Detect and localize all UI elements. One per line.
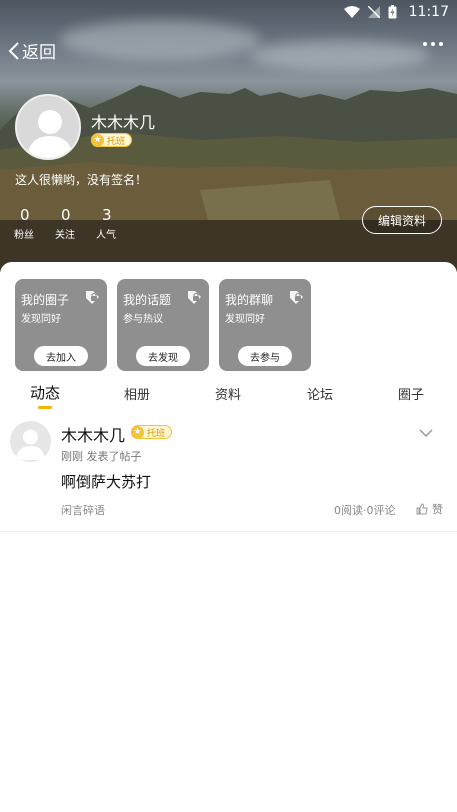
chevron-left-icon [8,41,19,60]
profile-stats: 0 粉丝 0 关注 3 人气 [14,206,137,241]
card-discover-button[interactable]: 去发现 [136,346,190,366]
thumbs-up-icon [416,503,428,515]
badge-label: 托班 [107,136,126,147]
status-bar: 11:17 [0,0,457,26]
like-label: 赞 [432,503,443,516]
battery-icon [388,5,397,19]
card-my-topics[interactable]: 我的话题 参与热议 去发现 [117,279,209,371]
back-label: 返回 [22,43,56,63]
tab-circles[interactable]: 圈子 [398,384,424,403]
card-my-circles[interactable]: 我的圈子 发现同好 去加入 [15,279,107,371]
profile-name: 木木木几 [91,113,156,132]
stat-following[interactable]: 0 关注 [55,206,96,241]
chevron-down-icon[interactable] [419,428,433,438]
stat-popularity-value: 3 [102,206,112,224]
post-author-badge: ★ 托班 [131,425,173,439]
stat-following-value: 0 [61,206,71,224]
active-tab-indicator [38,406,52,409]
stat-fans-label: 粉丝 [14,230,34,241]
card-participate-button[interactable]: 去参与 [238,346,292,366]
tab-forum[interactable]: 论坛 [307,384,333,403]
tab-profile-info[interactable]: 资料 [215,384,241,403]
post-meta: 刚刚 发表了帖子 [61,450,142,463]
level-badge: ★ 托班 [91,133,133,147]
post-author-name[interactable]: 木木木几 [61,422,125,446]
status-time: 11:17 [408,4,449,20]
card-my-groups[interactable]: 我的群聊 发现同好 去参与 [219,279,311,371]
card-title: 我的话题 [123,293,172,307]
card-subtitle: 发现同好 [225,314,265,325]
card-title: 我的群聊 [225,293,274,307]
tab-album[interactable]: 相册 [124,384,150,403]
card-title: 我的圈子 [21,293,70,307]
feature-cards: 我的圈子 发现同好 去加入 我的话题 参与热议 去发现 我的群聊 发现同好 去参… [15,279,311,371]
signal-icon [368,6,380,18]
lock-tag-icon [86,291,99,304]
post-category-tag[interactable]: 闲言碎语 [61,502,105,518]
stat-fans[interactable]: 0 粉丝 [14,206,55,241]
star-icon: ★ [91,133,104,147]
profile-signature: 这人很懒哟，没有签名！ [15,173,148,187]
like-button[interactable]: 赞 [416,501,443,517]
post-author-avatar[interactable] [10,421,51,462]
lock-tag-icon [188,291,201,304]
wifi-icon [344,6,360,18]
stat-popularity-label: 人气 [96,230,116,241]
star-icon: ★ [131,425,144,439]
edit-profile-button[interactable]: 编辑资料 [362,206,442,234]
badge-label: 托班 [147,428,166,439]
card-join-button[interactable]: 去加入 [34,346,88,366]
lock-tag-icon [290,291,303,304]
post-item[interactable]: 木木木几 ★ 托班 刚刚 发表了帖子 啊倒萨大苏打 闲言碎语 0阅读·0评论 赞 [0,414,457,532]
default-avatar-icon [16,429,45,460]
more-options-icon[interactable] [423,42,443,46]
back-button[interactable]: 返回 [8,38,56,63]
card-subtitle: 发现同好 [21,314,61,325]
avatar[interactable] [15,94,81,160]
stat-fans-value: 0 [20,206,30,224]
stat-following-label: 关注 [55,230,75,241]
tab-activity[interactable]: 动态 [30,382,60,403]
stat-popularity[interactable]: 3 人气 [96,206,137,241]
post-stats: 0阅读·0评论 [334,504,396,517]
post-content[interactable]: 啊倒萨大苏打 [61,471,151,492]
profile-tabs: 动态 相册 资料 论坛 圈子 [0,382,457,412]
card-subtitle: 参与热议 [123,314,163,325]
